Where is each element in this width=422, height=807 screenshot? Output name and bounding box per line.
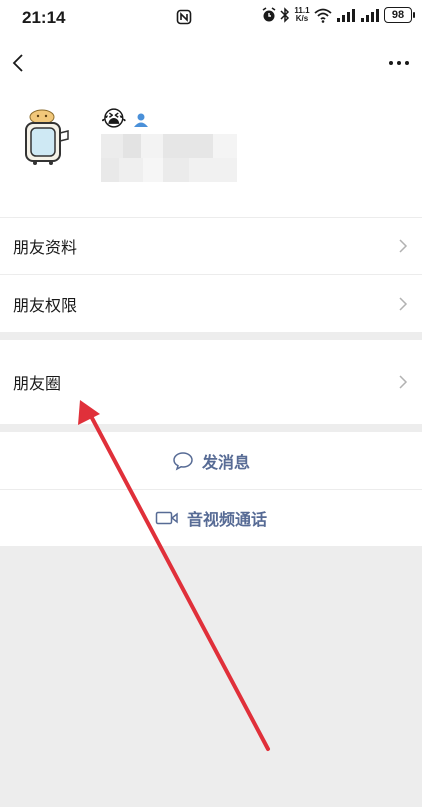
- network-speed: 11.1 K/s: [294, 6, 310, 23]
- send-message-label: 发消息: [201, 452, 250, 472]
- moments-label: 朋友圈: [13, 374, 62, 393]
- mirror-avatar-icon[interactable]: [18, 105, 74, 165]
- crying-emoji: 😭: [101, 107, 127, 132]
- status-bar: 21:14 11.1 K/s 98: [0, 0, 422, 36]
- blurred-contact-info: [101, 134, 237, 182]
- status-time: 21:14: [22, 8, 66, 27]
- signal-icon-2: [361, 9, 379, 22]
- nav-bar: [0, 36, 422, 90]
- nfc-icon: [176, 9, 192, 25]
- contact-name: 😭: [101, 108, 149, 132]
- chat-bubble-icon: [173, 451, 193, 471]
- alarm-icon: [262, 7, 276, 22]
- chevron-right-icon: [399, 296, 408, 311]
- friend-permissions-item[interactable]: 朋友权限: [0, 275, 422, 332]
- profile-header: 😭: [0, 90, 422, 217]
- signal-icon: [337, 9, 355, 22]
- friend-permissions-label: 朋友权限: [13, 295, 78, 315]
- friend-info-label: 朋友资料: [13, 238, 78, 257]
- friend-info-item[interactable]: 朋友资料: [0, 218, 422, 274]
- battery-indicator: 98: [384, 7, 415, 23]
- wifi-icon: [314, 8, 332, 23]
- moments-item[interactable]: 朋友圈: [0, 340, 422, 424]
- video-camera-icon: [155, 511, 178, 525]
- video-call-label: 音视频通话: [186, 510, 267, 529]
- status-icons: 11.1 K/s 98: [262, 6, 415, 23]
- chevron-right-icon: [399, 375, 408, 389]
- chevron-right-icon: [399, 239, 408, 253]
- bluetooth-icon: [280, 7, 290, 23]
- more-dots-icon[interactable]: [386, 52, 412, 74]
- chevron-left-icon[interactable]: [8, 50, 32, 76]
- send-message-button[interactable]: 发消息: [0, 432, 422, 489]
- video-call-button[interactable]: 音视频通话: [0, 490, 422, 546]
- person-icon: [133, 113, 148, 127]
